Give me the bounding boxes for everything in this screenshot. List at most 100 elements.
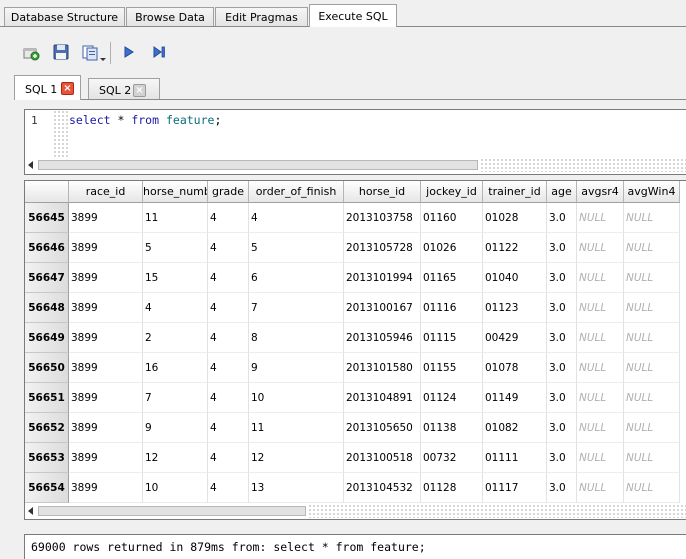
table-cell[interactable]: NULL bbox=[624, 323, 680, 353]
grid-horizontal-scrollbar[interactable] bbox=[25, 504, 686, 518]
table-cell[interactable]: 4 bbox=[208, 473, 249, 503]
table-cell[interactable]: 4 bbox=[208, 383, 249, 413]
column-header-jockey-id[interactable]: jockey_id bbox=[421, 181, 483, 203]
table-cell[interactable]: 2013101994 bbox=[344, 263, 421, 293]
table-cell[interactable]: 3.0 bbox=[547, 323, 577, 353]
table-cell[interactable]: 3.0 bbox=[547, 203, 577, 233]
table-cell[interactable]: NULL bbox=[577, 203, 624, 233]
tab-database-structure[interactable]: Database Structure bbox=[4, 7, 125, 26]
table-cell[interactable]: 4 bbox=[208, 443, 249, 473]
close-icon[interactable]: × bbox=[61, 82, 74, 95]
column-header-trainer-id[interactable]: trainer_id bbox=[483, 181, 547, 203]
table-cell[interactable]: 3899 bbox=[69, 443, 143, 473]
table-cell[interactable]: NULL bbox=[577, 413, 624, 443]
table-cell[interactable]: 10 bbox=[249, 383, 344, 413]
table-cell[interactable]: 3899 bbox=[69, 383, 143, 413]
table-cell[interactable]: NULL bbox=[624, 263, 680, 293]
table-cell[interactable]: 01115 bbox=[421, 323, 483, 353]
scrollbar-track[interactable] bbox=[308, 504, 686, 518]
row-header[interactable]: 56652 bbox=[25, 413, 69, 443]
table-cell[interactable]: 13 bbox=[249, 473, 344, 503]
execute-line-button[interactable] bbox=[149, 42, 169, 62]
scrollbar-thumb[interactable] bbox=[38, 160, 478, 170]
table-cell[interactable]: NULL bbox=[577, 293, 624, 323]
table-cell[interactable]: NULL bbox=[577, 383, 624, 413]
table-cell[interactable]: 01155 bbox=[421, 353, 483, 383]
table-cell[interactable]: 3899 bbox=[69, 263, 143, 293]
table-cell[interactable]: NULL bbox=[577, 353, 624, 383]
table-cell[interactable]: 2013104891 bbox=[344, 383, 421, 413]
table-cell[interactable]: 2013100518 bbox=[344, 443, 421, 473]
table-cell[interactable]: 11 bbox=[249, 413, 344, 443]
open-tab-button[interactable] bbox=[21, 42, 41, 62]
column-header-horse-number[interactable]: horse_number bbox=[143, 181, 208, 203]
table-cell[interactable]: 5 bbox=[143, 233, 208, 263]
column-header-grade[interactable]: grade bbox=[208, 181, 249, 203]
table-cell[interactable]: NULL bbox=[577, 443, 624, 473]
table-cell[interactable]: 3899 bbox=[69, 353, 143, 383]
table-cell[interactable]: 15 bbox=[143, 263, 208, 293]
editor-horizontal-scrollbar[interactable] bbox=[25, 158, 686, 172]
scroll-left-arrow-icon[interactable] bbox=[28, 161, 33, 169]
scroll-left-arrow-icon[interactable] bbox=[28, 507, 33, 515]
column-header-avgsr4[interactable]: avgsr4 bbox=[577, 181, 624, 203]
table-cell[interactable]: 01122 bbox=[483, 233, 547, 263]
row-header[interactable]: 56649 bbox=[25, 323, 69, 353]
tab-edit-pragmas[interactable]: Edit Pragmas bbox=[215, 7, 308, 26]
tab-sql-1[interactable]: SQL 1 × bbox=[14, 75, 81, 100]
column-header-race-id[interactable]: race_id bbox=[69, 181, 143, 203]
column-header-horse-id[interactable]: horse_id bbox=[344, 181, 421, 203]
column-header-order-of-finish[interactable]: order_of_finish bbox=[249, 181, 344, 203]
table-cell[interactable]: 3.0 bbox=[547, 353, 577, 383]
table-cell[interactable]: 4 bbox=[208, 353, 249, 383]
table-cell[interactable]: 11 bbox=[143, 203, 208, 233]
row-header[interactable]: 56654 bbox=[25, 473, 69, 503]
table-cell[interactable]: 01117 bbox=[483, 473, 547, 503]
table-cell[interactable]: 4 bbox=[208, 263, 249, 293]
table-cell[interactable]: 3899 bbox=[69, 203, 143, 233]
table-cell[interactable]: 4 bbox=[208, 413, 249, 443]
table-cell[interactable]: 3899 bbox=[69, 233, 143, 263]
tab-execute-sql[interactable]: Execute SQL bbox=[309, 4, 397, 27]
table-cell[interactable]: NULL bbox=[624, 383, 680, 413]
table-cell[interactable]: 3.0 bbox=[547, 413, 577, 443]
table-cell[interactable]: 3.0 bbox=[547, 443, 577, 473]
row-header[interactable]: 56648 bbox=[25, 293, 69, 323]
table-cell[interactable]: 01160 bbox=[421, 203, 483, 233]
results-grid[interactable]: race_idhorse_numbergradeorder_of_finishh… bbox=[24, 180, 686, 520]
table-cell[interactable]: NULL bbox=[624, 413, 680, 443]
column-header-age[interactable]: age bbox=[547, 181, 577, 203]
table-cell[interactable]: 3.0 bbox=[547, 473, 577, 503]
table-cell[interactable]: NULL bbox=[624, 233, 680, 263]
row-header[interactable]: 56646 bbox=[25, 233, 69, 263]
table-cell[interactable]: 01111 bbox=[483, 443, 547, 473]
scrollbar-thumb[interactable] bbox=[38, 506, 306, 516]
table-cell[interactable]: 3899 bbox=[69, 413, 143, 443]
table-cell[interactable]: 2013105650 bbox=[344, 413, 421, 443]
table-cell[interactable]: NULL bbox=[624, 293, 680, 323]
row-header[interactable]: 56650 bbox=[25, 353, 69, 383]
table-cell[interactable]: 4 bbox=[208, 323, 249, 353]
table-cell[interactable]: 4 bbox=[143, 293, 208, 323]
table-cell[interactable]: 7 bbox=[143, 383, 208, 413]
table-cell[interactable]: 01138 bbox=[421, 413, 483, 443]
table-cell[interactable]: 00429 bbox=[483, 323, 547, 353]
table-cell[interactable]: 01078 bbox=[483, 353, 547, 383]
table-cell[interactable]: 4 bbox=[208, 233, 249, 263]
corner-header[interactable] bbox=[25, 181, 69, 203]
open-sql-button[interactable] bbox=[51, 42, 71, 62]
row-header[interactable]: 56653 bbox=[25, 443, 69, 473]
table-cell[interactable]: NULL bbox=[577, 473, 624, 503]
table-cell[interactable]: 01128 bbox=[421, 473, 483, 503]
table-cell[interactable]: 2013103758 bbox=[344, 203, 421, 233]
table-cell[interactable]: 6 bbox=[249, 263, 344, 293]
table-cell[interactable]: 4 bbox=[208, 203, 249, 233]
table-cell[interactable]: 01026 bbox=[421, 233, 483, 263]
row-header[interactable]: 56645 bbox=[25, 203, 69, 233]
table-cell[interactable]: 2013104532 bbox=[344, 473, 421, 503]
table-cell[interactable]: 2013100167 bbox=[344, 293, 421, 323]
table-cell[interactable]: 16 bbox=[143, 353, 208, 383]
table-cell[interactable]: NULL bbox=[624, 353, 680, 383]
row-header[interactable]: 56651 bbox=[25, 383, 69, 413]
table-cell[interactable]: 3.0 bbox=[547, 383, 577, 413]
